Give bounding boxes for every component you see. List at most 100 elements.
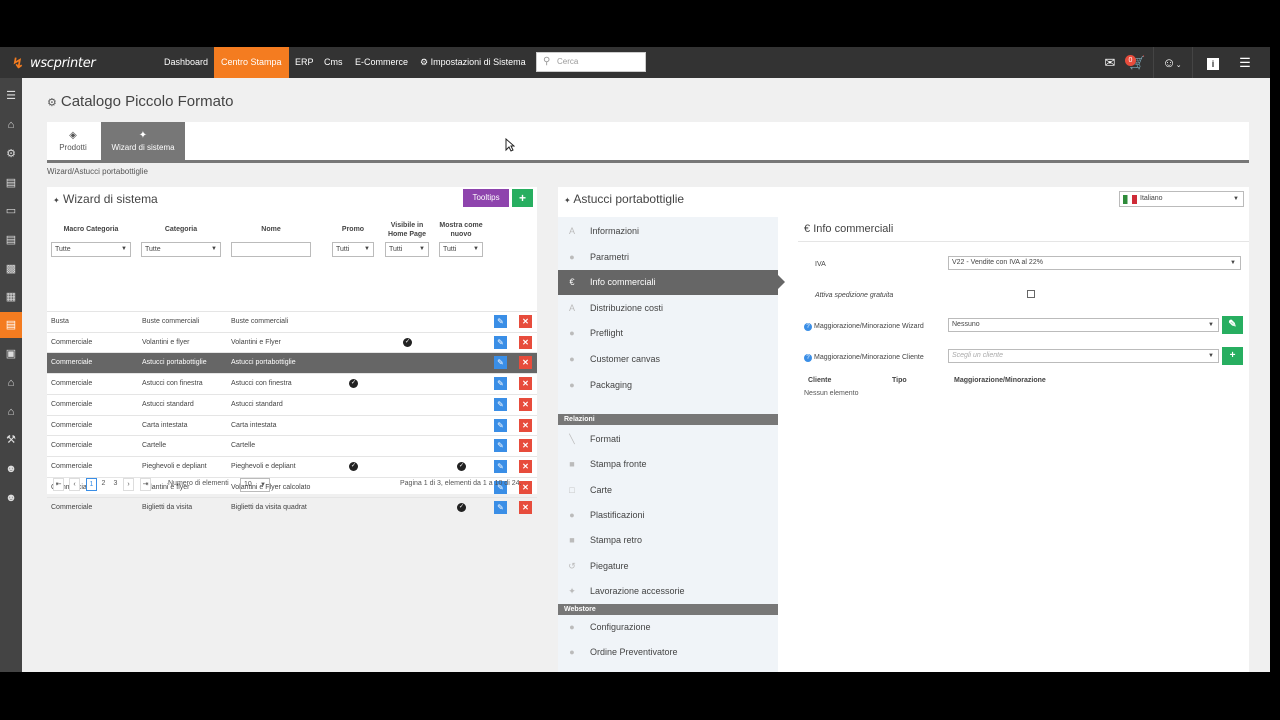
menu-item[interactable]: A Distribuzione costi [558,296,778,321]
delete-row-button[interactable]: ✕ [519,501,532,515]
users-icon[interactable]: ☻ [0,456,22,482]
page-2-button[interactable]: 2 [98,478,109,491]
nav-cms[interactable]: Cms [317,47,350,78]
nav-dashboard[interactable]: Dashboard [157,47,215,78]
edit-row-button[interactable]: ✎ [494,459,507,473]
menu-item[interactable]: ■ Stampa retro [558,528,778,553]
menu-item[interactable]: ↺ Piegature [558,554,778,579]
help-icon[interactable]: ? [804,354,812,362]
search-input[interactable]: ⚲ Cerca [536,52,646,72]
iva-select[interactable]: V22 - Vendite con IVA al 22% ▼ [948,256,1241,270]
info-icon[interactable]: i [1204,47,1222,78]
filter-nuovo[interactable]: Tutti ▼ [439,242,483,257]
stack-icon[interactable]: ▤ [0,227,22,253]
delete-row-button[interactable]: ✕ [519,315,532,328]
menu-item[interactable]: ● Plastificazioni [558,503,778,528]
menu-icon[interactable]: ☰ [0,83,22,109]
column-header[interactable]: Categoria [141,225,221,234]
table-row[interactable]: Commerciale Pieghevoli e depliant Pieghevo… [47,455,537,477]
last-page-button[interactable]: ⇥ [140,478,151,491]
cliente-select[interactable]: Scegli un cliente ▼ [948,349,1219,363]
home-icon[interactable]: ⌂ [0,112,22,138]
tools-icon[interactable]: ⚒ [0,427,22,453]
filter-categoria[interactable]: Tutte ▼ [141,242,221,257]
document-icon[interactable]: ▭ [0,198,22,224]
filter-nome-input[interactable] [231,242,311,257]
edit-row-button[interactable]: ✎ [494,501,507,515]
tab-wizard[interactable]: ✦ Wizard di sistema [101,122,185,160]
menu-item[interactable]: ● Packaging [558,373,778,398]
spedizione-checkbox[interactable] [1027,290,1035,298]
gears-icon[interactable]: ⚙ [0,141,22,167]
edit-row-button[interactable]: ✎ [494,439,507,453]
delete-row-button[interactable]: ✕ [519,377,532,391]
delete-row-button[interactable]: ✕ [519,418,532,432]
delete-row-button[interactable]: ✕ [519,335,532,349]
edit-row-button[interactable]: ✎ [494,356,507,370]
menu-item[interactable]: ● Customer canvas [558,347,778,372]
column-header[interactable]: Mostra come nuovo [437,221,485,239]
nav-erp[interactable]: ERP [288,47,321,78]
menu-item[interactable]: ● Parametri [558,245,778,270]
table-row[interactable]: Commerciale Astucci portabottiglie Astucci… [47,352,537,374]
filter-macro-categoria[interactable]: Tutte ▼ [51,242,131,257]
table-row[interactable]: Commerciale Cartelle Cartelle ✎ ✕ [47,435,537,456]
page-size-select[interactable]: 10 ▼ [240,478,270,492]
first-page-button[interactable]: ⇤ [53,478,64,491]
next-page-button[interactable]: › [123,478,134,491]
table-row[interactable]: Commerciale Carta intestata Carta intestat… [47,414,537,436]
menu-item[interactable]: A Informazioni [558,219,778,244]
nav-centro-stampa[interactable]: Centro Stampa [214,47,289,78]
user-icon[interactable]: ☺⌄ [1158,47,1186,78]
print-icon[interactable]: ▤ [0,170,22,196]
add-wizard-button[interactable]: + [512,189,533,207]
menu-item[interactable]: ╲ Formati [558,427,778,452]
delete-row-button[interactable]: ✕ [519,397,532,411]
edit-markup-button[interactable]: ✎ [1222,316,1243,334]
page-3-button[interactable]: 3 [110,478,121,491]
edit-row-button[interactable]: ✎ [494,377,507,391]
edit-row-button[interactable]: ✎ [494,397,507,411]
bank-icon[interactable]: ⌂ [0,399,22,425]
menu-item[interactable]: ● Ordine Preventivatore [558,640,778,665]
delete-row-button[interactable]: ✕ [519,356,532,370]
language-select[interactable]: Italiano ▼ [1119,191,1244,207]
table-row[interactable]: Commerciale Astucci standard Astucci stand… [47,393,537,415]
column-header[interactable]: Nome [231,225,311,234]
column-header[interactable]: Promo [332,225,374,234]
menu-item[interactable]: ■ Stampa fronte [558,452,778,477]
building-icon[interactable]: ⌂ [0,370,22,396]
layout-icon[interactable]: ▦ [0,284,22,310]
page-1-button[interactable]: 1 [86,478,97,491]
logo[interactable]: ↯ wscprinter [12,54,96,72]
column-header[interactable]: Visibile in Home Page [383,221,431,239]
tab-prodotti[interactable]: ◈ Prodotti [53,122,93,160]
menu-item[interactable]: ✦ Lavorazione accessorie [558,579,778,604]
table-row[interactable]: Commerciale Biglietti da visita Biglietti … [47,497,537,518]
prev-page-button[interactable]: ‹ [69,478,80,491]
menu-item[interactable]: ● Preflight [558,321,778,346]
team-icon[interactable]: ☻ [0,485,22,511]
chat-icon[interactable]: ☰ [1236,47,1254,78]
filter-promo[interactable]: Tutti ▼ [332,242,374,257]
delete-row-button[interactable]: ✕ [519,439,532,453]
table-row[interactable]: Commerciale Volantini e flyer Volantini e … [47,331,537,353]
column-header[interactable]: Macro Categoria [51,225,131,234]
edit-row-button[interactable]: ✎ [494,418,507,432]
mail-icon[interactable]: ✉ [1101,47,1119,78]
menu-item[interactable]: € Info commerciali [558,270,785,296]
shop-icon[interactable]: ▣ [0,341,22,367]
tooltips-button[interactable]: Tooltips [463,189,509,207]
chart-icon[interactable]: ▩ [0,256,22,282]
nav-ecommerce[interactable]: E-Commerce [348,47,415,78]
add-cliente-button[interactable]: + [1222,347,1243,365]
menu-item[interactable]: ▣Fotogallery [558,666,778,672]
filter-home[interactable]: Tutti ▼ [385,242,429,257]
edit-row-button[interactable]: ✎ [494,315,507,328]
edit-row-button[interactable]: ✎ [494,335,507,349]
wizard-markup-select[interactable]: Nessuno ▼ [948,318,1219,332]
table-row[interactable]: Commerciale Astucci con finestra Astucci c… [47,373,537,394]
nav-impostazioni[interactable]: ⚙ Impostazioni di Sistema [413,47,533,78]
menu-item[interactable]: ● Configurazione [558,615,778,640]
table-row[interactable]: Busta Buste commerciali Buste commerciali ✎… [47,311,537,332]
